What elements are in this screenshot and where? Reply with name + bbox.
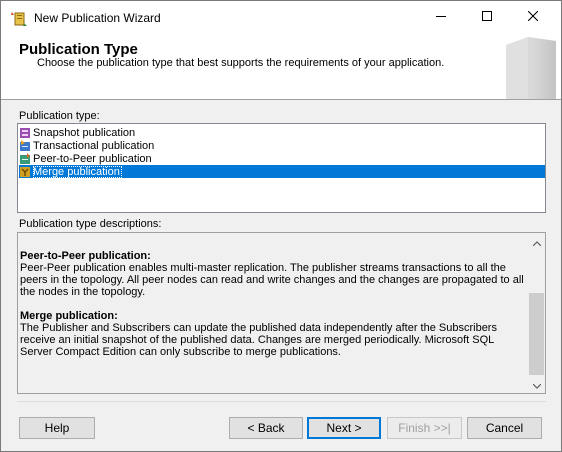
descriptions-content: Peer-to-Peer publication: Peer-Peer publ…: [20, 250, 525, 370]
cancel-button[interactable]: Cancel: [467, 417, 542, 439]
list-item-transactional-publication[interactable]: Transactional publication: [19, 139, 545, 152]
transactional-publication-icon: [19, 139, 31, 152]
wizard-header: Publication Type Choose the publication …: [1, 35, 561, 100]
publication-type-label: Publication type:: [19, 110, 100, 122]
descriptions-panel[interactable]: Peer-to-Peer publication: Peer-Peer publ…: [17, 232, 546, 394]
scroll-thumb[interactable]: [529, 293, 544, 375]
chevron-up-icon: [532, 235, 541, 249]
finish-button: Finish >>|: [387, 417, 462, 439]
footer-divider: [17, 401, 546, 402]
peer-to-peer-publication-icon: [19, 152, 31, 165]
list-item-peer-to-peer-publication[interactable]: Peer-to-Peer publication: [19, 152, 545, 165]
snapshot-publication-icon: [19, 127, 31, 139]
maximize-button[interactable]: [464, 1, 510, 33]
publication-wizard-icon: [10, 10, 28, 28]
scroll-up-button[interactable]: [528, 233, 545, 250]
close-icon: [527, 10, 539, 24]
descriptions-label: Publication type descriptions:: [19, 218, 162, 230]
description-heading-peer-to-peer: Peer-to-Peer publication:: [20, 250, 151, 262]
chevron-down-icon: [532, 378, 541, 392]
list-item-label: Transactional publication: [33, 139, 155, 152]
description-heading-merge: Merge publication:: [20, 310, 118, 322]
list-item-snapshot-publication[interactable]: Snapshot publication: [19, 126, 545, 139]
help-button[interactable]: Help: [19, 417, 95, 439]
list-item-label: Peer-to-Peer publication: [33, 152, 152, 165]
publication-type-list[interactable]: Snapshot publication Transactional publi…: [17, 123, 546, 213]
merge-publication-icon: [19, 166, 31, 178]
minimize-icon: [436, 10, 446, 24]
header-database-graphic: [498, 35, 561, 99]
list-item-label: Merge publication: [33, 165, 122, 178]
page-subtitle: Choose the publication type that best su…: [37, 57, 445, 69]
page-title: Publication Type: [19, 41, 138, 58]
maximize-icon: [482, 10, 492, 24]
descriptions-scrollbar[interactable]: [528, 233, 545, 393]
list-item-label: Snapshot publication: [33, 126, 136, 139]
window-title: New Publication Wizard: [34, 11, 161, 25]
back-button[interactable]: < Back: [229, 417, 303, 439]
description-text-peer-to-peer: Peer-Peer publication enables multi-mast…: [20, 262, 524, 298]
scroll-down-button[interactable]: [528, 376, 545, 393]
title-bar: New Publication Wizard: [1, 1, 561, 35]
close-button[interactable]: [510, 1, 556, 33]
minimize-button[interactable]: [418, 1, 464, 33]
description-text-merge: The Publisher and Subscribers can update…: [20, 322, 497, 358]
list-item-merge-publication[interactable]: Merge publication: [19, 165, 545, 178]
next-button[interactable]: Next >: [307, 417, 381, 439]
wizard-window: New Publication Wizard Publication Type …: [0, 0, 562, 452]
